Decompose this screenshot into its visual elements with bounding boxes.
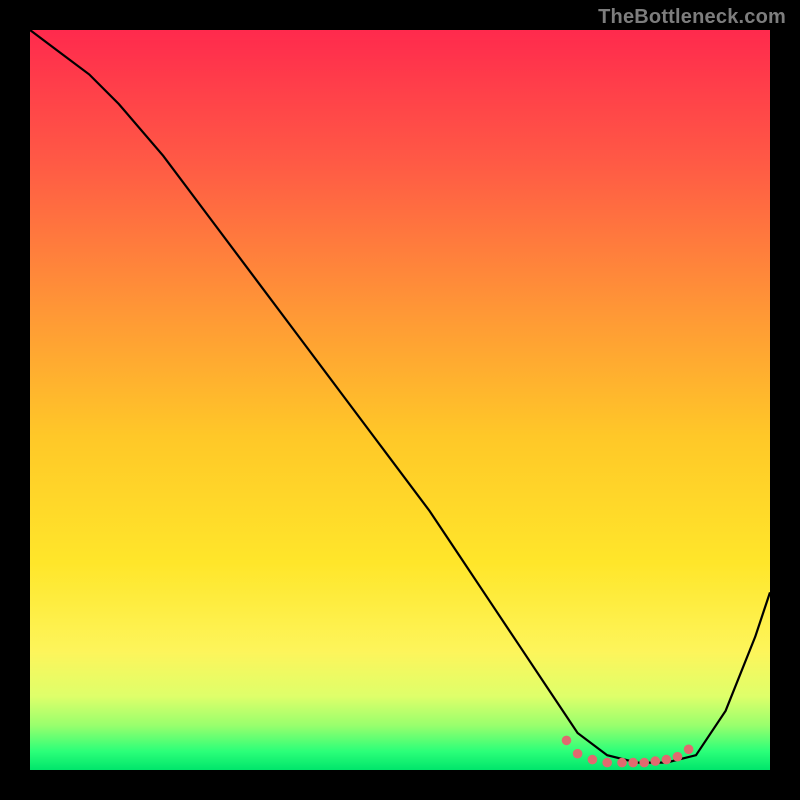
valley-dot — [573, 749, 583, 759]
watermark-label: TheBottleneck.com — [598, 6, 786, 29]
valley-dot — [684, 745, 694, 755]
valley-dot — [673, 752, 683, 762]
valley-dot — [628, 758, 638, 768]
valley-dot — [562, 736, 572, 746]
plot-background-gradient — [30, 30, 770, 770]
valley-dot — [651, 756, 661, 766]
valley-dot — [588, 755, 598, 765]
chart-svg — [0, 0, 800, 800]
valley-dot — [602, 758, 612, 768]
valley-dot — [662, 755, 672, 765]
chart-container: TheBottleneck.com — [0, 0, 800, 800]
valley-dot — [639, 758, 649, 768]
valley-dot — [617, 758, 627, 768]
